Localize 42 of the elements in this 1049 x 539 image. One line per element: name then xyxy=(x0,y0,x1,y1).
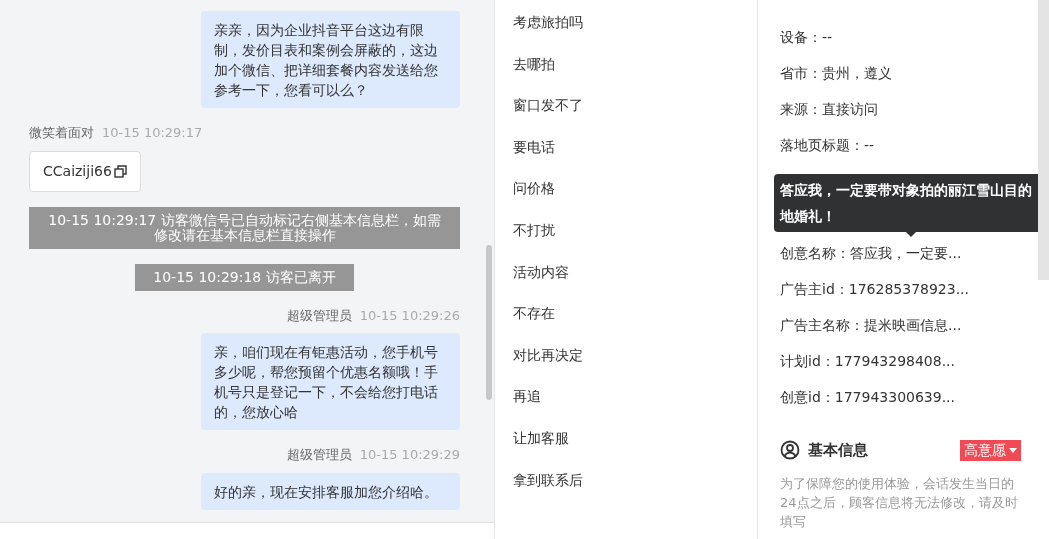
quick-reply-item[interactable]: 去哪拍 xyxy=(513,53,757,96)
info-field: 创意id：177943300639... xyxy=(780,387,1035,423)
info-field: 设备：-- xyxy=(780,27,1035,63)
quick-reply-item[interactable]: 问价格 xyxy=(513,178,757,220)
message-bubble: 亲亲，因为企业抖音平台这边有限制，发价目表和案例会屏蔽的，这边加个微信、把详细套餐内容发送给您参考一下，您看可以么？ xyxy=(201,11,460,108)
copy-icon[interactable] xyxy=(113,164,127,178)
intent-tag[interactable]: 高意愿 xyxy=(960,439,1021,461)
info-field: 落地页标题：-- xyxy=(780,135,1035,171)
system-notice: 10-15 10:29:17 访客微信号已自动标记右侧基本信息栏，如需修改请在基本信息栏直接操作 xyxy=(29,206,460,249)
quick-reply-item[interactable]: 活动内容 xyxy=(513,261,757,304)
quick-reply-item[interactable]: 考虑旅拍吗 xyxy=(513,12,757,54)
user-icon xyxy=(780,440,800,461)
notice-text: 为了保障您的使用体验，会话发生当日的24点之后，顾客信息将无法修改，请及时填写 xyxy=(780,474,1019,531)
info-field: 省市：贵州，遵义 xyxy=(780,63,1035,99)
info-field: 广告主名称：提米映画信息... xyxy=(780,315,1035,351)
info-field: 广告主id：176285378923... xyxy=(780,279,1035,315)
quick-reply-item[interactable]: 再追 xyxy=(513,386,757,428)
tooltip-arrow-icon xyxy=(906,232,916,237)
message-time: 10-15 10:29:17 xyxy=(102,124,203,142)
message-text: CCaiziji66 xyxy=(43,161,112,181)
sender-name: 微笑着面对 xyxy=(29,124,94,142)
quick-reply-item[interactable]: 对比再决定 xyxy=(513,344,757,387)
quick-reply-item[interactable]: 让加客服 xyxy=(513,427,757,470)
info-field: 创意名称：答应我，一定要... xyxy=(780,243,1035,279)
message-bubble: 亲，咱们现在有钜惠活动，您手机号多少呢，帮您预留个优惠名额哦！手机号只是登记一下，不会给您打电话的，您放心哈 xyxy=(201,333,460,430)
scrollbar-thumb[interactable] xyxy=(486,245,492,400)
info-field: 计划id：177943298408... xyxy=(780,351,1035,387)
message-bubble: 好的亲，现在安排客服加您介绍哈。 xyxy=(201,472,460,510)
sender-name: 超级管理员 xyxy=(286,446,352,464)
message-time: 10-15 10:29:26 xyxy=(359,306,460,325)
info-field: 来源：直接访问 xyxy=(780,99,1035,135)
quick-reply-item[interactable]: 不打扰 xyxy=(513,219,757,262)
sender-name: 超级管理员 xyxy=(286,306,352,325)
quick-reply-item[interactable]: 拿到联系后 xyxy=(513,469,757,512)
quick-reply-item[interactable]: 窗口发不了 xyxy=(513,95,757,137)
message-time: 10-15 10:29:29 xyxy=(359,446,460,464)
section-title: 基本信息 xyxy=(808,440,868,461)
scrollbar-thumb[interactable] xyxy=(1038,0,1049,280)
system-notice: 10-15 10:29:18 访客已离开 xyxy=(135,263,354,291)
quick-reply-item[interactable]: 要电话 xyxy=(513,136,757,179)
caret-icon xyxy=(1009,447,1017,453)
quick-reply-item[interactable]: 不存在 xyxy=(513,303,757,345)
